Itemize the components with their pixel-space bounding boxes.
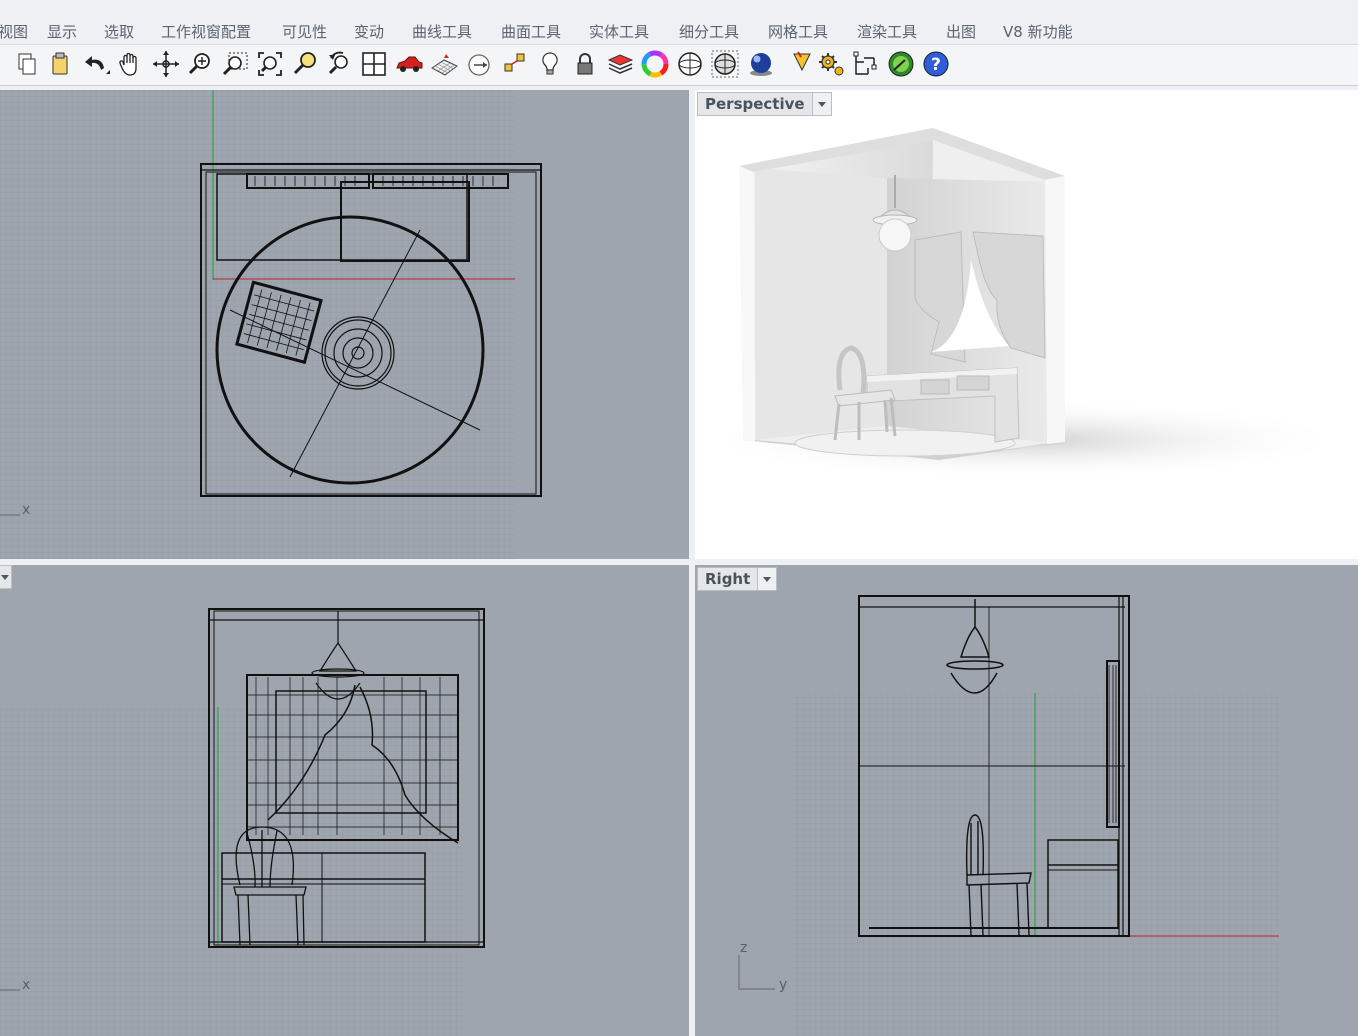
menu-v8-new[interactable]: V8 新功能 — [1003, 21, 1073, 42]
perspective-viewport[interactable]: Perspective — [695, 90, 1358, 559]
environment-icon[interactable] — [885, 48, 917, 80]
top-view-scene — [0, 90, 542, 559]
help-icon[interactable]: ? — [920, 48, 952, 80]
light-bulb-icon[interactable] — [534, 48, 566, 80]
x-axis-label: x — [22, 977, 31, 993]
axis-indicator-x — [0, 514, 20, 516]
zoom-extents-icon[interactable] — [254, 48, 286, 80]
perspective-render — [695, 128, 1355, 480]
lock-icon[interactable] — [569, 48, 601, 80]
construction-grid — [793, 693, 1279, 1036]
axis-indicator-zy — [738, 955, 775, 990]
render-icon[interactable] — [786, 48, 818, 80]
menu-surface-tools[interactable]: 曲面工具 — [501, 21, 561, 42]
undo-view-icon[interactable] — [323, 48, 355, 80]
menu-render-tools[interactable]: 渲染工具 — [857, 21, 917, 42]
menu-curve-tools[interactable]: 曲线工具 — [412, 21, 472, 42]
perspective-label-text: Perspective — [705, 95, 805, 113]
menu-display[interactable]: 显示 — [47, 21, 77, 42]
chevron-down-icon[interactable] — [0, 565, 12, 589]
dimension-icon[interactable] — [850, 48, 882, 80]
right-view-scene — [793, 595, 1279, 1036]
menu-viewport-layout[interactable]: 工作视窗配置 — [161, 21, 251, 42]
shaded-sphere-icon[interactable] — [709, 48, 741, 80]
z-axis-label: z — [740, 940, 748, 956]
wireframe-sphere-icon[interactable] — [674, 48, 706, 80]
right-viewport[interactable]: Right z y — [695, 565, 1358, 1036]
construction-grid — [0, 90, 515, 559]
paste-icon[interactable] — [44, 48, 76, 80]
zoom-icon[interactable] — [184, 48, 216, 80]
zoom-window-icon[interactable] — [219, 48, 251, 80]
menu-view[interactable]: 视图 — [0, 21, 28, 42]
rotate-view-icon[interactable] — [150, 48, 182, 80]
cplane-icon[interactable] — [463, 48, 495, 80]
car-icon[interactable] — [393, 48, 425, 80]
chevron-down-icon[interactable] — [757, 568, 777, 590]
layer-icon[interactable] — [604, 48, 636, 80]
x-axis-label: x — [22, 502, 31, 518]
front-viewport[interactable]: x — [0, 565, 689, 1036]
undo-icon[interactable] — [80, 48, 112, 80]
pendant-lamp-side — [946, 599, 1004, 694]
chevron-down-icon[interactable] — [811, 93, 831, 115]
right-label-text: Right — [705, 570, 751, 588]
four-viewports-icon[interactable] — [358, 48, 390, 80]
color-wheel-icon[interactable] — [639, 48, 671, 80]
menu-bar: 视图 显示 选取 工作视窗配置 可见性 变动 曲线工具 曲面工具 实体工具 细分… — [0, 16, 1358, 45]
menu-mesh-tools[interactable]: 网格工具 — [768, 21, 828, 42]
top-viewport[interactable]: x — [0, 90, 689, 559]
zoom-selected-icon[interactable] — [289, 48, 321, 80]
pan-hand-icon[interactable] — [114, 48, 146, 80]
y-axis-label: y — [779, 977, 788, 993]
toolbar: ? — [0, 45, 1358, 86]
right-label[interactable]: Right — [697, 567, 778, 591]
gumball-icon[interactable] — [499, 48, 531, 80]
rendered-sphere-icon[interactable] — [745, 48, 777, 80]
svg-text:?: ? — [931, 55, 941, 75]
menu-solid-tools[interactable]: 实体工具 — [589, 21, 649, 42]
menu-select[interactable]: 选取 — [104, 21, 134, 42]
perspective-label[interactable]: Perspective — [697, 92, 832, 116]
menu-drafting[interactable]: 出图 — [946, 21, 976, 42]
menu-subd-tools[interactable]: 细分工具 — [679, 21, 739, 42]
ground-plane-icon[interactable] — [428, 48, 460, 80]
gear-icon[interactable] — [815, 48, 847, 80]
menu-visibility[interactable]: 可见性 — [282, 21, 327, 42]
construction-grid — [0, 707, 462, 1036]
menu-transform[interactable]: 变动 — [354, 21, 384, 42]
axis-indicator-x — [0, 989, 20, 991]
copy-icon[interactable] — [10, 48, 42, 80]
front-view-scene — [0, 608, 485, 1036]
pendant-lamp-elevation — [311, 611, 365, 700]
